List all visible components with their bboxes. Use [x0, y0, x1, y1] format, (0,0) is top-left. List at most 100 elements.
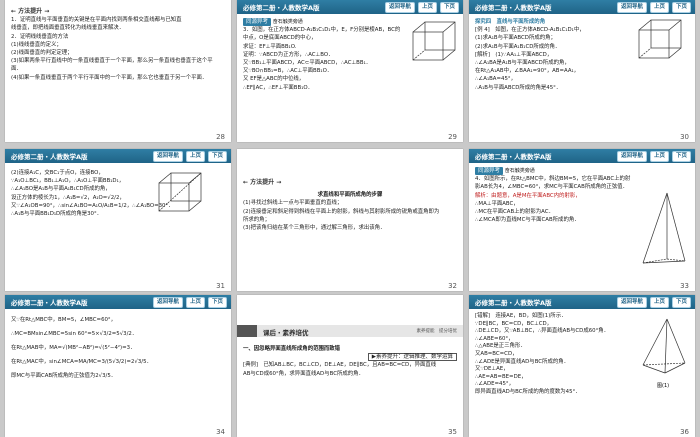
- slide-header: 必修第二册・人教数学A版 返回导航 上页 下页: [469, 149, 695, 163]
- slide-header: 必修第二册・人教数学A版 返回导航 上页 下页: [5, 295, 231, 309]
- text-line: ∴EF∥AC，∴EF⊥平面BB₁O．: [243, 84, 313, 91]
- band-note: 素养提能 提分培优: [416, 329, 458, 334]
- tetrahedron-figure: [642, 318, 686, 374]
- slide-grid: ← 方法提升 → 1．证明直线与平面垂直的关键是在平面内找到两条相交直线都与已知…: [0, 0, 700, 437]
- slide-thumbnail-29[interactable]: 必修第二册・人教数学A版 返回导航 上页 下页 同源异考 奋石触类旁通 3．如图，在…: [237, 0, 463, 142]
- slide-body: 又∵在Rt△MBC中，BM=5，∠MBC=60°， ∴MC=BMsin∠MBC=…: [11, 313, 225, 427]
- text-line: [错解] 连接AE，BD，如图(1)所示．: [475, 313, 567, 319]
- page-number: 33: [680, 282, 689, 290]
- slide-body: ← 方法提升 → 1．证明直线与平面垂直的关键是在平面内找到两条相交直线都与已知…: [11, 8, 225, 132]
- tag-note: 奋石触类旁通: [504, 168, 535, 174]
- text-line: 在Rt△MAC中，sin∠MCA=MA/MC=3/(5√3/2)=2√3/5．: [11, 359, 152, 365]
- text-line: 线垂直，即把线面垂直转化为线线垂直来解决．: [11, 25, 125, 32]
- slide-header: 必修第二册・人教数学A版 返回导航 上页 下页: [5, 149, 231, 163]
- slide-body: ← 方法提升 → 求直线和平面所成角的步骤 (1)寻找过斜线上一点与平面垂直的直…: [243, 179, 457, 281]
- triangle-figure: [642, 192, 686, 264]
- text-line: 又∵DE⊥AE，: [475, 366, 509, 373]
- next-button[interactable]: 下页: [207, 151, 227, 162]
- page-number: 32: [448, 282, 457, 290]
- next-button[interactable]: 下页: [671, 2, 691, 13]
- slide-thumbnail-30[interactable]: 必修第二册・人教数学A版 返回导航 上页 下页 探究四 直线与平面所成的角 [例 4…: [469, 0, 695, 142]
- text-line: ∴∠A₁BA=45°，: [475, 76, 516, 83]
- nav-button[interactable]: 返回导航: [152, 297, 183, 308]
- prev-button[interactable]: 上页: [649, 2, 669, 13]
- text-heading: 一、因忽略异面直线所成角的范围而致错: [243, 346, 341, 352]
- tag-badge: 同源异考: [243, 18, 272, 26]
- page-number: 30: [680, 133, 689, 141]
- nav-button[interactable]: 返回导航: [384, 2, 415, 13]
- page-number: 28: [216, 133, 225, 141]
- slide-title: 必修第二册・人教数学A版: [475, 153, 552, 161]
- text-line: [典例] 已知AB⊥BC，BC⊥CD，DE⊥AE，DE∥BC，且AB=BC=CD…: [243, 362, 437, 369]
- text-line: (3)把该角归结在某个三角形中，通过解三角形，求出该角．: [243, 225, 386, 232]
- text-line: ∴MC=BMsin∠MBC=5sin 60°=5×√3/2=5√3/2．: [11, 331, 138, 337]
- nav-button[interactable]: 返回导航: [616, 151, 647, 162]
- slide-body: [错解] 连接AE，BD，如图(1)所示． ∵DE∥BC，BC=CD，BC⊥CD…: [475, 313, 635, 427]
- cube-figure: [412, 21, 456, 61]
- slide-thumbnail-34[interactable]: 必修第二册・人教数学A版 返回导航 上页 下页 又∵在Rt△MBC中，BM=5，∠M…: [5, 295, 231, 437]
- text-line: ∴A₁B与平面ABCD所成的角是45°．: [475, 84, 562, 91]
- slide-title: 必修第二册・人教数学A版: [243, 4, 320, 12]
- text-line: ∴∠ADE=45°，: [475, 381, 514, 388]
- section-heading: ← 方法提升 →: [11, 8, 50, 15]
- text-line: 4．如图所示，在Rt△BMC中，斜边BM=5，它在平面ABC上的射: [475, 176, 631, 183]
- slide-thumbnail-33[interactable]: 必修第二册・人教数学A版 返回导航 上页 下页 同源异考 奋石触类旁通 4．如图所示…: [469, 149, 695, 291]
- next-button[interactable]: 下页: [671, 151, 691, 162]
- slide-title: 必修第二册・人教数学A版: [11, 153, 88, 161]
- text-line: 即异面直线AD与BC所成的角的度数为45°．: [475, 388, 581, 395]
- page-number: 35: [448, 428, 457, 436]
- text-line: 在Rt△A₁AB中，∠BAA₁=90°，AB=AA₁，: [475, 68, 580, 75]
- text-line: AB与CD成60°角，求异面直线AD与BC所成的角．: [243, 370, 364, 377]
- skill-box: ▶素养提升：逻辑推理、数学运算: [367, 353, 457, 362]
- text-line: 又∵BO∩BB₁=B，∴AC⊥平面BB₁O．: [243, 68, 333, 75]
- nav-button[interactable]: 返回导航: [152, 151, 183, 162]
- text-line: (1)寻找过斜线上一点与平面垂直的直线；: [243, 200, 343, 207]
- text-line: 即MC与平面CAB所成角的正弦值为2√3/5．: [11, 373, 117, 379]
- slide-thumbnail-31[interactable]: 必修第二册・人教数学A版 返回导航 上页 下页 (2)连接A₁C，交BC₁于点O，连…: [5, 149, 231, 291]
- text-line: 又∵在Rt△MBC中，BM=5，∠MBC=60°，: [11, 317, 117, 323]
- nav-button[interactable]: 返回导航: [616, 2, 647, 13]
- figure-label: 图(1): [657, 383, 670, 389]
- text-line: (2)连接垂足和斜足得到斜线在平面上的射影，斜线与其射影所成的锐角或直角即为: [243, 208, 440, 215]
- next-button[interactable]: 下页: [439, 2, 459, 13]
- nav-button[interactable]: 返回导航: [616, 297, 647, 308]
- slide-header: 必修第二册・人教数学A版 返回导航 上页 下页: [469, 0, 695, 14]
- cube-figure: [158, 172, 202, 212]
- slide-thumbnail-28[interactable]: ← 方法提升 → 1．证明直线与平面垂直的关键是在平面内找到两条相交直线都与已知…: [5, 0, 231, 142]
- text-line: (3)如果两条平行直线中的一条直线垂直于一个平面，那么另一条直线也垂直于这个平: [11, 58, 213, 65]
- page-number: 36: [680, 428, 689, 436]
- slide-thumbnail-32[interactable]: ← 方法提升 → 求直线和平面所成角的步骤 (1)寻找过斜线上一点与平面垂直的直…: [237, 149, 463, 291]
- text-line: (2)线面垂直的判定定理；: [11, 50, 73, 57]
- text-line: 1．证明直线与平面垂直的关键是在平面内找到两条相交直线都与已知直: [11, 17, 182, 24]
- page-number: 29: [448, 133, 457, 141]
- band-title: 课后・素养培优: [263, 329, 309, 337]
- prev-button[interactable]: 上页: [185, 151, 205, 162]
- text-line: 又AB=BC=CD，: [475, 350, 518, 357]
- text-line: 面．: [11, 66, 22, 73]
- prev-button[interactable]: 上页: [649, 151, 669, 162]
- prev-button[interactable]: 上页: [417, 2, 437, 13]
- text-line: 2．证明线线垂直的方法: [11, 33, 69, 40]
- cube-figure: [638, 19, 682, 59]
- text-line: ∴△ABE是正三角形．: [475, 343, 526, 350]
- text-heading: 求直线和平面所成角的步骤: [317, 192, 383, 199]
- tag-badge: 同源异考: [475, 167, 504, 175]
- text-line: 又 EF是△ABC的中位线，: [243, 76, 305, 83]
- text-line: (4)如果一条直线垂直于两个平行平面中的一个平面，那么它也垂直于另一个平面．: [11, 74, 208, 81]
- page-number: 34: [216, 428, 225, 436]
- text-line: (1)线线垂直的定义；: [11, 41, 62, 48]
- slide-title: 必修第二册・人教数学A版: [11, 299, 88, 307]
- slide-thumbnail-35[interactable]: 课后・素养培优 素养提能 提分培优 一、因忽略异面直线所成角的范围而致错 ▶素养…: [237, 295, 463, 437]
- slide-thumbnail-36[interactable]: 必修第二册・人教数学A版 返回导航 上页 下页 [错解] 连接AE，BD，如图(1)…: [469, 295, 695, 437]
- next-button[interactable]: 下页: [671, 297, 691, 308]
- slide-header: 必修第二册・人教数学A版 返回导航 上页 下页: [237, 0, 463, 14]
- prev-button[interactable]: 上页: [649, 297, 669, 308]
- section-band: 课后・素养培优 素养提能 提分培优: [237, 325, 463, 337]
- slide-title: 必修第二册・人教数学A版: [475, 4, 552, 12]
- page-number: 31: [216, 282, 225, 290]
- slide-title: 必修第二册・人教数学A版: [475, 299, 552, 307]
- next-button[interactable]: 下页: [207, 297, 227, 308]
- text-line: 在Rt△MAB中，MA=√(MB²−AB²)=√(5²−4²)=3．: [11, 345, 136, 351]
- text-line: ∴AE=AB=BE=DE，: [475, 373, 527, 380]
- prev-button[interactable]: 上页: [185, 297, 205, 308]
